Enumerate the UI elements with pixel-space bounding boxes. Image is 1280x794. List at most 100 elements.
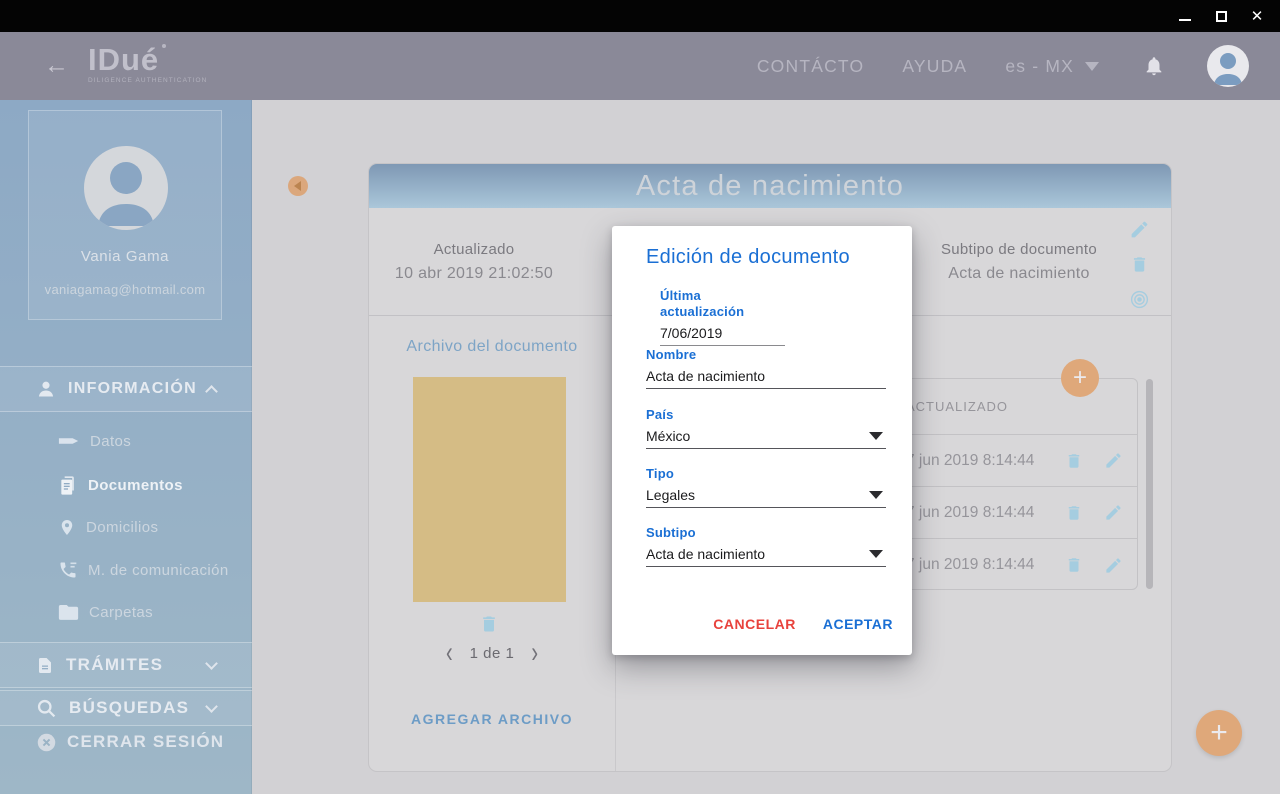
pais-select[interactable]: México	[646, 427, 886, 449]
subtipo-select[interactable]: Acta de nacimiento	[646, 545, 886, 567]
sidebar-item-label: M. de comunicación	[88, 562, 229, 579]
table-row: 7 jun 2019 8:14:44	[890, 539, 1137, 591]
file-pagination: ‹ 1 de 1 ›	[369, 643, 615, 663]
language-label: es - MX	[1005, 56, 1074, 77]
document-card-header: Acta de nacimiento	[369, 164, 1171, 208]
sidebar-item-domicilios[interactable]: Domicilios	[0, 506, 252, 548]
field-label: Última actualización	[660, 288, 785, 320]
phone-icon	[58, 560, 78, 580]
edit-pencil-icon[interactable]	[1129, 219, 1150, 240]
field-subtipo: Subtipo Acta de nacimiento	[646, 525, 886, 567]
sidebar-section-tramites[interactable]: TRÁMITES	[0, 642, 252, 688]
header-nav: CONTÁCTO AYUDA es - MX	[757, 32, 1249, 100]
sidebar-section-label: TRÁMITES	[66, 655, 163, 675]
add-file-button[interactable]: AGREGAR ARCHIVO	[369, 711, 615, 727]
notifications-bell-icon[interactable]	[1143, 54, 1165, 78]
sidebar-item-comunicacion[interactable]: M. de comunicación	[0, 549, 252, 591]
app-window: ✕ ← IDué DILIGENCE AUTHENTICATION CONTÁC…	[0, 0, 1280, 794]
sidebar-section-informacion[interactable]: INFORMACIÓN	[0, 366, 252, 412]
accept-button[interactable]: ACEPTAR	[823, 616, 893, 632]
fingerprint-icon[interactable]	[1129, 289, 1150, 310]
subtype-info: Subtipo de documento Acta de nacimiento	[909, 208, 1129, 315]
app-header: ← IDué DILIGENCE AUTHENTICATION CONTÁCTO…	[0, 32, 1280, 100]
person-icon	[36, 379, 56, 399]
collapse-panel-button[interactable]	[288, 176, 308, 196]
logo-registered-dot-icon	[162, 44, 166, 48]
minimize-icon	[1179, 19, 1191, 21]
row-updated-value: 7 jun 2019 8:14:44	[906, 452, 1034, 470]
files-table: ACTUALIZADO 7 jun 2019 8:14:44 7 jun 201…	[889, 378, 1138, 590]
table-row: 7 jun 2019 8:14:44	[890, 487, 1137, 539]
window-close-button[interactable]: ✕	[1242, 1, 1272, 31]
updated-value: 10 abr 2019 21:02:50	[395, 265, 553, 283]
sidebar-section-label: BÚSQUEDAS	[69, 698, 189, 718]
archive-title: Archivo del documento	[369, 338, 615, 356]
sidebar-item-documentos[interactable]: Documentos	[0, 464, 252, 506]
sidebar-item-label: CERRAR SESIÓN	[67, 732, 224, 752]
profile-name: Vania Gama	[29, 248, 221, 265]
sidebar-item-carpetas[interactable]: Carpetas	[0, 591, 252, 633]
sidebar-section-label: INFORMACIÓN	[68, 380, 197, 398]
search-icon	[36, 698, 57, 719]
subtype-value: Acta de nacimiento	[948, 265, 1089, 283]
row-updated-value: 7 jun 2019 8:14:44	[906, 504, 1034, 522]
row-updated-value: 7 jun 2019 8:14:44	[906, 556, 1034, 574]
dropdown-arrow-icon	[1085, 62, 1099, 71]
sidebar-item-datos[interactable]: Datos	[0, 420, 252, 462]
delete-trash-icon[interactable]	[1130, 254, 1149, 275]
edit-pencil-icon[interactable]	[1104, 556, 1123, 575]
user-avatar[interactable]	[1207, 45, 1249, 87]
add-document-fab[interactable]: +	[1196, 710, 1242, 756]
previous-page-chevron-icon[interactable]: ‹	[446, 638, 453, 668]
next-page-chevron-icon[interactable]: ›	[531, 638, 538, 668]
field-label: País	[646, 407, 886, 423]
tipo-select[interactable]: Legales	[646, 486, 886, 508]
delete-trash-icon[interactable]	[1065, 555, 1083, 575]
documents-icon	[58, 475, 78, 496]
edit-document-modal: Edición de documento Última actualizació…	[612, 226, 912, 655]
add-row-button[interactable]: +	[1061, 359, 1099, 397]
field-nombre: Nombre	[646, 347, 886, 389]
edit-pencil-icon[interactable]	[1104, 451, 1123, 470]
subtype-label: Subtipo de documento	[941, 241, 1097, 258]
dropdown-arrow-icon	[869, 491, 883, 499]
nav-contacto[interactable]: CONTÁCTO	[757, 56, 864, 77]
pais-selected-value: México	[646, 428, 690, 444]
logo-subtitle: DILIGENCE AUTHENTICATION	[88, 77, 207, 84]
table-header-actualizado: ACTUALIZADO	[890, 379, 1137, 435]
sidebar: Vania Gama vaniagamag@hotmail.com INFORM…	[0, 100, 252, 794]
chevron-up-icon	[205, 385, 218, 398]
row-actions	[1065, 451, 1123, 471]
delete-trash-icon[interactable]	[1065, 451, 1083, 471]
window-minimize-button[interactable]	[1170, 1, 1200, 31]
sidebar-section-busquedas[interactable]: BÚSQUEDAS	[0, 690, 252, 726]
location-pin-icon	[58, 517, 76, 538]
updated-label: Actualizado	[434, 241, 515, 258]
window-titlebar: ✕	[0, 0, 1280, 32]
window-maximize-button[interactable]	[1206, 1, 1236, 31]
field-label: Nombre	[646, 347, 886, 363]
delete-file-trash-icon[interactable]	[479, 613, 499, 635]
edit-pencil-icon[interactable]	[1104, 503, 1123, 522]
sidebar-item-label: Documentos	[88, 477, 183, 494]
back-arrow-icon[interactable]: ←	[44, 47, 69, 83]
left-triangle-icon	[294, 181, 301, 191]
page-indicator: 1 de 1	[470, 645, 515, 662]
chevron-down-icon	[205, 700, 218, 713]
maximize-icon	[1216, 11, 1227, 22]
table-scrollbar[interactable]	[1146, 379, 1153, 589]
field-pais: País México	[646, 407, 886, 449]
app-logo: IDué DILIGENCE AUTHENTICATION	[88, 43, 207, 84]
file-icon	[36, 655, 54, 676]
cancel-button[interactable]: CANCELAR	[713, 616, 796, 632]
sidebar-item-cerrar-sesion[interactable]: CERRAR SESIÓN	[0, 724, 252, 760]
nombre-input[interactable]	[646, 367, 886, 385]
nav-ayuda[interactable]: AYUDA	[902, 56, 967, 77]
modal-actions: CANCELAR ACEPTAR	[713, 616, 893, 632]
document-preview-image[interactable]	[413, 377, 566, 602]
language-selector[interactable]: es - MX	[1005, 56, 1099, 77]
subtipo-selected-value: Acta de nacimiento	[646, 546, 765, 562]
chevron-down-icon	[205, 657, 218, 670]
delete-trash-icon[interactable]	[1065, 503, 1083, 523]
ultima-actualizacion-input[interactable]	[660, 324, 785, 342]
